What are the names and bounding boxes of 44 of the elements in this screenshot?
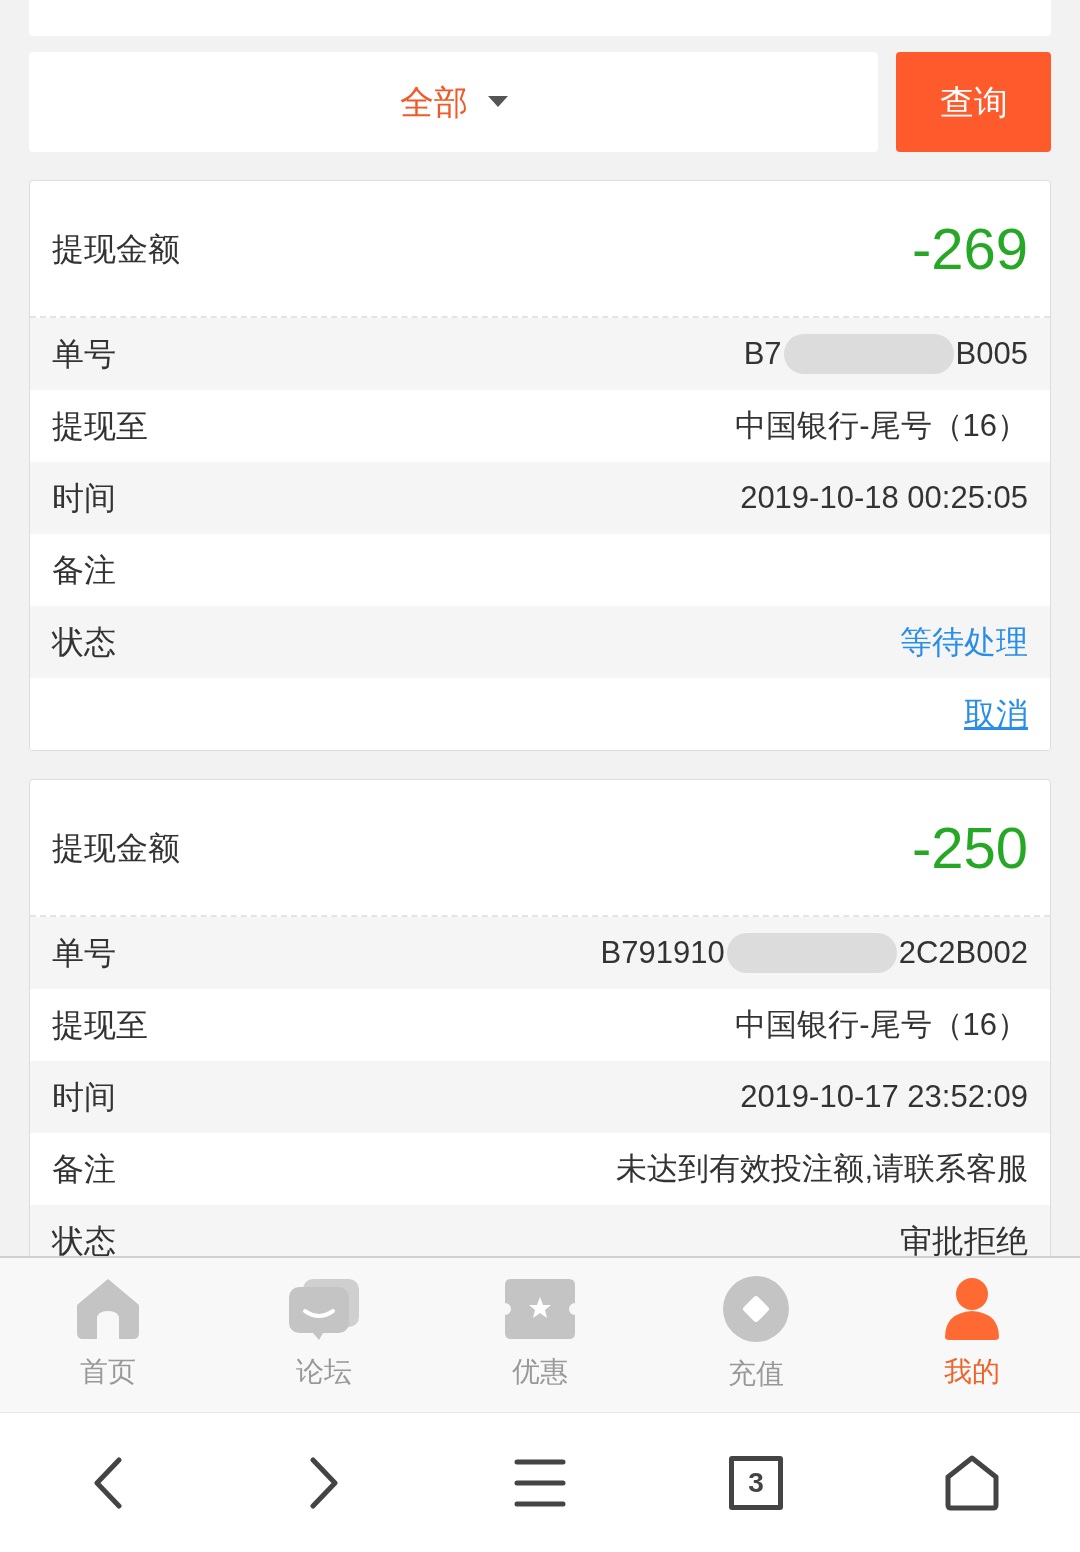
person-icon <box>943 1277 1001 1341</box>
field-value: 2019-10-17 23:52:09 <box>740 1077 1028 1116</box>
field-value: 中国银行-尾号（16） <box>735 1005 1028 1044</box>
field-label: 时间 <box>52 1078 116 1117</box>
amount-value: -250 <box>911 814 1028 882</box>
field-label: 状态 <box>52 1222 116 1256</box>
forward-icon <box>309 1456 339 1509</box>
status-value: 审批拒绝 <box>900 1222 1028 1256</box>
amount-value: -269 <box>911 215 1028 283</box>
status-value: 等待处理 <box>900 623 1028 662</box>
ticket-icon <box>503 1277 577 1341</box>
field-label: 时间 <box>52 479 116 518</box>
field-label: 单号 <box>52 934 116 973</box>
field-label: 备注 <box>52 551 116 590</box>
tab-item[interactable]: 充值 <box>648 1258 864 1412</box>
filter-dropdown[interactable]: 全部 <box>29 52 878 152</box>
caret-icon <box>487 96 508 108</box>
amount-label: 提现金额 <box>52 828 180 868</box>
field-label: 单号 <box>52 335 116 374</box>
home-icon <box>945 1454 999 1511</box>
cancel-link[interactable]: 取消 <box>964 690 1028 738</box>
order-number: B7 <box>743 334 782 373</box>
menu-icon <box>514 1457 566 1508</box>
tab-item[interactable]: 首页 <box>0 1258 216 1412</box>
home-icon <box>75 1277 141 1341</box>
field-label: 备注 <box>52 1150 116 1189</box>
tab-item[interactable]: 优惠 <box>432 1258 648 1412</box>
tabs-button[interactable]: 3 <box>648 1455 864 1510</box>
back-icon <box>93 1456 123 1509</box>
order-number: B791910 <box>600 933 725 972</box>
field-value: 未达到有效投注额,请联系客服 <box>616 1149 1028 1188</box>
field-value: 中国银行-尾号（16） <box>735 406 1028 445</box>
field-label: 状态 <box>52 623 116 662</box>
search-button[interactable]: 查询 <box>896 52 1051 152</box>
field-value: 2019-10-18 00:25:05 <box>740 478 1028 517</box>
order-number: B005 <box>955 334 1028 373</box>
coin-icon <box>722 1275 790 1343</box>
amount-label: 提现金额 <box>52 229 180 269</box>
field-label: 提现至 <box>52 407 148 446</box>
chat-bubble-icon <box>287 1277 361 1341</box>
tab-item[interactable]: 我的 <box>864 1258 1080 1412</box>
field-label: 提现至 <box>52 1006 148 1045</box>
order-number: 2C2B002 <box>898 933 1028 972</box>
tab-item[interactable]: 论坛 <box>216 1258 432 1412</box>
